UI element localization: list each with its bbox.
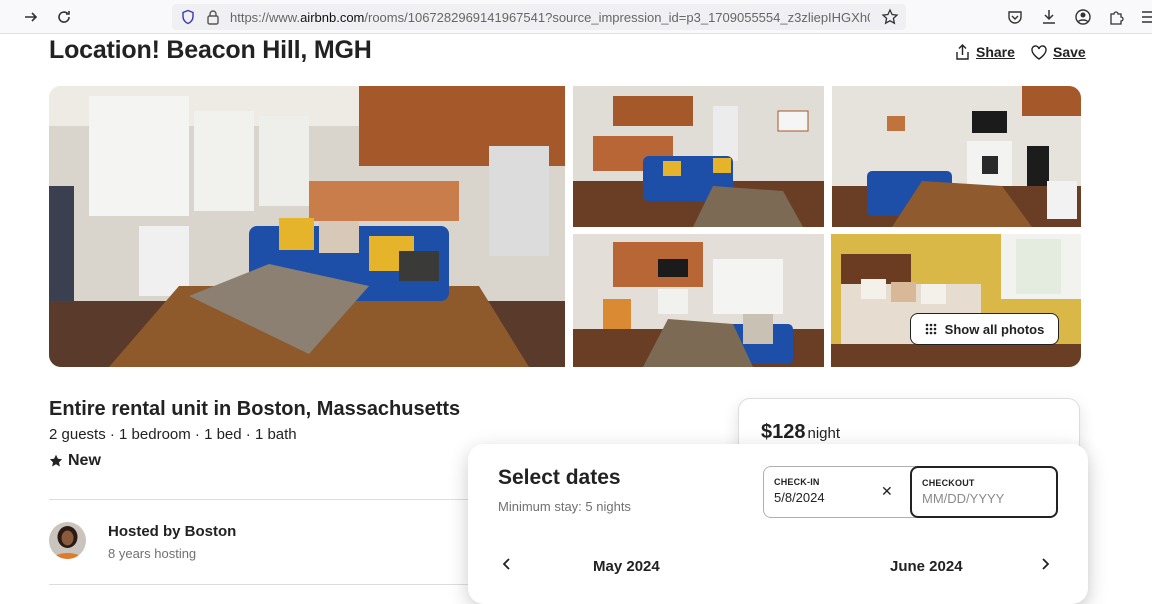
- listing-title: Location! Beacon Hill, MGH: [49, 36, 372, 64]
- show-all-photos-label: Show all photos: [944, 321, 1045, 337]
- address-bar[interactable]: https://www.airbnb.com/rooms/10672829691…: [172, 4, 906, 30]
- date-inputs: CHECK-IN 5/8/2024 ✕ CHECKOUT: [763, 466, 1058, 518]
- share-button[interactable]: Share: [955, 44, 1015, 60]
- price: $128 night: [761, 421, 840, 444]
- lock-icon[interactable]: [206, 9, 220, 25]
- reload-icon[interactable]: [55, 8, 73, 26]
- save-button[interactable]: Save: [1031, 44, 1086, 60]
- rating-label: New: [68, 452, 101, 469]
- url-text[interactable]: https://www.airbnb.com/rooms/10672829691…: [230, 10, 870, 25]
- browser-toolbar: https://www.airbnb.com/rooms/10672829691…: [0, 0, 1152, 34]
- listing-facts: 2 guests · 1 bedroom · 1 bed · 1 bath: [49, 426, 297, 443]
- rating: New: [49, 452, 101, 470]
- checkout-label: CHECKOUT: [922, 478, 975, 488]
- photo-living-room-main[interactable]: [49, 86, 565, 367]
- divider: [49, 584, 469, 585]
- price-unit: night: [807, 425, 841, 442]
- share-icon: [956, 44, 969, 60]
- menu-icon[interactable]: [1140, 8, 1152, 26]
- extensions-icon[interactable]: [1108, 8, 1126, 26]
- photo-bedroom[interactable]: [831, 234, 1081, 367]
- heart-icon: [1031, 44, 1047, 60]
- divider: [49, 499, 469, 500]
- date-picker-title: Select dates: [498, 466, 621, 489]
- chevron-right-icon[interactable]: [1040, 557, 1050, 576]
- month-label-left: May 2024: [593, 558, 660, 575]
- date-picker-popup: Select dates Minimum stay: 5 nights CHEC…: [468, 444, 1088, 604]
- host-years: 8 years hosting: [108, 546, 197, 561]
- forward-icon[interactable]: [22, 8, 40, 26]
- bookmark-star-icon[interactable]: [881, 8, 899, 26]
- share-label: Share: [976, 44, 1015, 60]
- host-avatar[interactable]: [49, 522, 86, 559]
- host-name: Hosted by Boston: [108, 523, 237, 540]
- month-label-right: June 2024: [890, 558, 963, 575]
- chevron-left-icon[interactable]: [502, 557, 512, 576]
- photo-living-room-fireplace[interactable]: [832, 86, 1081, 227]
- checkin-field[interactable]: CHECK-IN 5/8/2024 ✕: [764, 467, 911, 517]
- pocket-icon[interactable]: [1006, 8, 1024, 26]
- minimum-stay: Minimum stay: 5 nights: [498, 499, 631, 514]
- photo-living-room-kitchen[interactable]: [573, 86, 824, 227]
- save-label: Save: [1053, 44, 1086, 60]
- listing-subtitle: Entire rental unit in Boston, Massachuse…: [49, 398, 461, 420]
- checkout-input[interactable]: [922, 491, 1042, 506]
- clear-checkin-icon[interactable]: ✕: [881, 483, 893, 500]
- account-icon[interactable]: [1074, 8, 1092, 26]
- download-icon[interactable]: [1040, 8, 1058, 26]
- show-all-photos-button[interactable]: Show all photos: [910, 313, 1059, 345]
- shield-icon[interactable]: [180, 9, 196, 25]
- checkout-field[interactable]: CHECKOUT: [910, 466, 1058, 518]
- photo-living-room-tv[interactable]: [573, 234, 824, 367]
- price-amount: $128: [761, 421, 806, 443]
- star-icon: [49, 454, 63, 467]
- grid-icon: [925, 323, 936, 335]
